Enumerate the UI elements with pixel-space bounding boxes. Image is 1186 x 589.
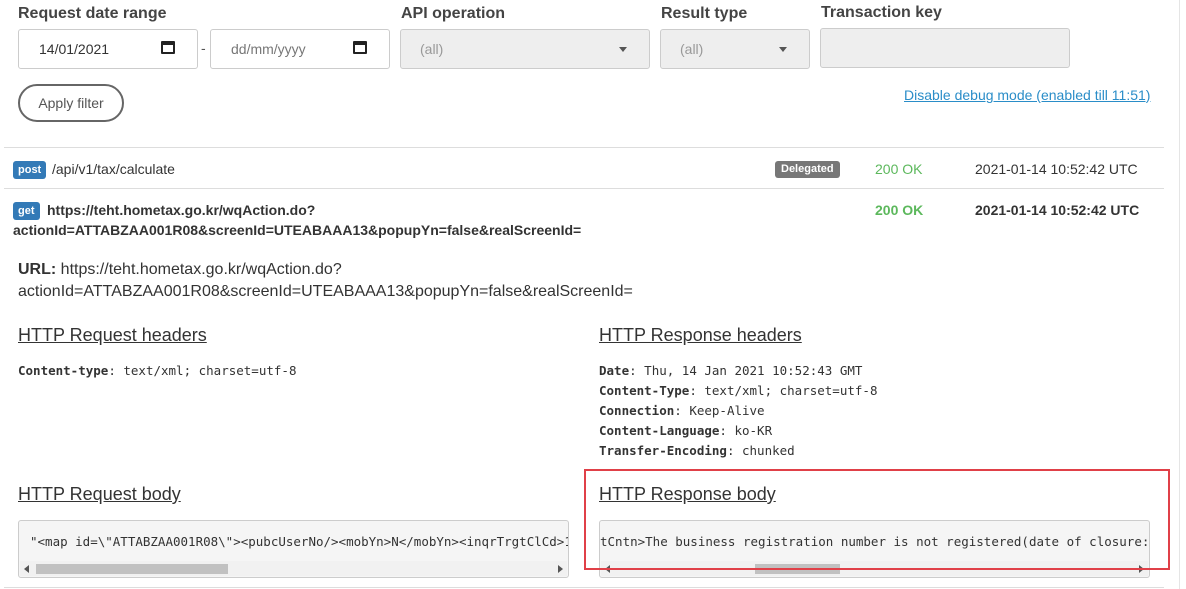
request-body-title: HTTP Request body — [18, 484, 181, 504]
divider — [4, 587, 1164, 588]
divider — [4, 188, 1164, 189]
api-operation-select[interactable]: (all) — [400, 29, 650, 69]
status-text: 200 OK — [875, 202, 924, 218]
header-line: Connection: Keep-Alive — [599, 403, 765, 418]
result-type-select[interactable]: (all) — [660, 29, 810, 69]
request-body-code: "<map id=\"ATTABZAA001R08\"><pubcUserNo/… — [30, 534, 568, 549]
header-line: Content-Type: text/xml; charset=utf-8 — [599, 383, 878, 398]
result-type-label: Result type — [661, 5, 748, 22]
page-scrollbar[interactable] — [1179, 0, 1186, 589]
request-path: /api/v1/tax/calculate — [52, 161, 175, 177]
calendar-icon[interactable] — [161, 41, 175, 54]
date-to-placeholder: dd/mm/yyyy — [231, 41, 306, 57]
timestamp: 2021-01-14 10:52:42 UTC — [975, 202, 1140, 218]
scroll-right-icon[interactable] — [558, 565, 563, 573]
header-line: Date: Thu, 14 Jan 2021 10:52:43 GMT — [599, 363, 863, 378]
request-path-line1: https://teht.hometax.go.kr/wqAction.do? — [47, 202, 316, 218]
delegated-badge: Delegated — [775, 161, 840, 178]
date-separator: - — [201, 40, 206, 56]
transaction-key-label: Transaction key — [821, 4, 942, 21]
request-path-line2: actionId=ATTABZAA001R08&screenId=UTEABAA… — [13, 222, 582, 238]
response-headers-title: HTTP Response headers — [599, 325, 802, 345]
scroll-left-icon[interactable] — [24, 565, 29, 573]
date-range-label: Request date range — [18, 5, 167, 22]
header-line: Content-type: text/xml; charset=utf-8 — [18, 363, 297, 378]
highlight-box — [584, 469, 1170, 570]
url-label: URL: — [18, 261, 57, 278]
apply-filter-button[interactable]: Apply filter — [18, 84, 124, 122]
method-badge: post — [13, 161, 47, 179]
date-from-input[interactable]: 14/01/2021 — [18, 29, 198, 69]
chevron-down-icon — [619, 47, 627, 52]
chevron-down-icon — [779, 47, 787, 52]
url-value-line1: https://teht.hometax.go.kr/wqAction.do? — [60, 261, 342, 278]
method-badge: get — [13, 202, 40, 220]
url-line1: URL: https://teht.hometax.go.kr/wqAction… — [18, 261, 342, 279]
result-type-value: (all) — [680, 41, 704, 57]
header-line: Content-Language: ko-KR — [599, 423, 773, 438]
api-operation-label: API operation — [401, 5, 506, 22]
date-to-input[interactable]: dd/mm/yyyy — [210, 29, 390, 69]
api-operation-value: (all) — [420, 41, 444, 57]
divider — [4, 147, 1164, 148]
status-text: 200 OK — [875, 161, 923, 177]
timestamp: 2021-01-14 10:52:42 UTC — [975, 161, 1138, 177]
disable-debug-link[interactable]: Disable debug mode (enabled till 11:51) — [904, 87, 1150, 103]
url-value-line2: actionId=ATTABZAA001R08&screenId=UTEABAA… — [18, 283, 633, 300]
request-headers-title: HTTP Request headers — [18, 325, 207, 345]
header-line: Transfer-Encoding: chunked — [599, 443, 795, 458]
calendar-icon[interactable] — [353, 41, 367, 54]
horizontal-scrollbar[interactable] — [20, 561, 567, 576]
scrollbar-thumb[interactable] — [36, 564, 228, 574]
request-body-box[interactable]: "<map id=\"ATTABZAA001R08\"><pubcUserNo/… — [18, 520, 569, 578]
date-from-value: 14/01/2021 — [39, 41, 110, 57]
transaction-key-input[interactable] — [820, 28, 1070, 68]
